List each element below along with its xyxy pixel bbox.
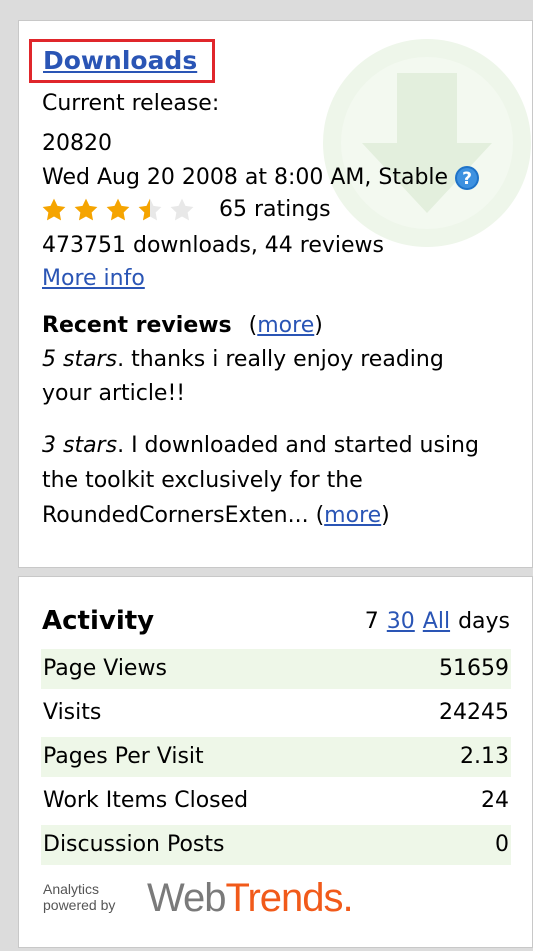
days-7-option[interactable]: 7 [365, 609, 379, 634]
star-full-icon [106, 198, 130, 221]
review-1-line-2: your article!! [42, 381, 186, 406]
release-date-line: Wed Aug 20 2008 at 8:00 AM, Stable ? [42, 163, 480, 193]
downloads-panel: Downloads Current release: 20820 Wed Aug… [18, 20, 533, 568]
activity-panel: Activity 7 30 All days Page Views 51659 Vis… [18, 576, 533, 948]
star-empty-icon [170, 198, 194, 221]
table-row: Page Views 51659 [41, 649, 511, 689]
star-half-icon [138, 198, 162, 221]
review-1-line-1: 5 stars. thanks i really enjoy reading [42, 345, 444, 375]
powered-by-text: Analytics powered by [43, 881, 115, 913]
help-icon[interactable]: ? [454, 165, 480, 191]
row-value: 24245 [439, 700, 509, 725]
row-value: 2.13 [460, 744, 509, 769]
star-full-icon [42, 198, 66, 221]
days-all-link[interactable]: All [423, 609, 450, 634]
row-label: Visits [43, 700, 102, 725]
review-2-line-2: the toolkit exclusively for the [42, 468, 363, 493]
table-row: Discussion Posts 0 [41, 825, 511, 865]
review-2-stars: 3 stars [42, 433, 118, 458]
release-number: 20820 [42, 131, 112, 156]
review-2-more-link[interactable]: more [324, 503, 381, 528]
table-row: Work Items Closed 24 [41, 781, 511, 821]
current-release-label: Current release: [42, 91, 220, 116]
review-2-line-1: 3 stars. I downloaded and started using [42, 431, 479, 461]
review-1-stars: 5 stars [42, 347, 118, 372]
downloads-reviews-count: 473751 downloads, 44 reviews [42, 233, 385, 258]
activity-title: Activity [42, 606, 155, 636]
recent-reviews-heading: Recent reviews (more) [42, 313, 323, 338]
row-value: 24 [481, 788, 509, 813]
more-info-link[interactable]: More info [42, 266, 145, 291]
review-2-line-3: RoundedCornersExten... (more) [42, 503, 390, 528]
review-2-text: . I downloaded and started using [117, 433, 479, 458]
days-label: days [458, 609, 510, 634]
row-label: Discussion Posts [43, 832, 225, 857]
webtrends-logo[interactable]: WebTrends. [147, 875, 354, 921]
review-1-text: . thanks i really enjoy reading [117, 347, 444, 372]
page-background: Downloads Current release: 20820 Wed Aug… [0, 0, 533, 951]
rating-stars [41, 197, 195, 223]
analytics-label: Analytics [43, 881, 100, 897]
row-label: Page Views [43, 656, 167, 681]
download-arrow-watermark-icon [323, 39, 531, 247]
row-value: 0 [495, 832, 509, 857]
activity-days-selector: 7 30 All days [365, 607, 510, 637]
row-value: 51659 [439, 656, 509, 681]
svg-text:?: ? [462, 169, 472, 189]
star-full-icon [74, 198, 98, 221]
row-label: Work Items Closed [43, 788, 249, 813]
row-label: Pages Per Visit [43, 744, 204, 769]
days-30-link[interactable]: 30 [387, 609, 415, 634]
recent-reviews-more-link[interactable]: more [257, 313, 314, 338]
powered-by-label: powered by [43, 897, 116, 913]
webtrends-logo-web: Web [147, 876, 227, 920]
table-row: Visits 24245 [41, 693, 511, 733]
table-row: Pages Per Visit 2.13 [41, 737, 511, 777]
webtrends-logo-trends: Trends. [225, 876, 354, 920]
review-2-text-end: RoundedCornersExten... [42, 503, 316, 528]
release-date: Wed Aug 20 2008 at 8:00 AM, Stable [42, 165, 449, 190]
ratings-count: 65 ratings [219, 197, 331, 222]
downloads-title-link[interactable]: Downloads [43, 46, 197, 76]
recent-reviews-label: Recent reviews [42, 313, 232, 338]
